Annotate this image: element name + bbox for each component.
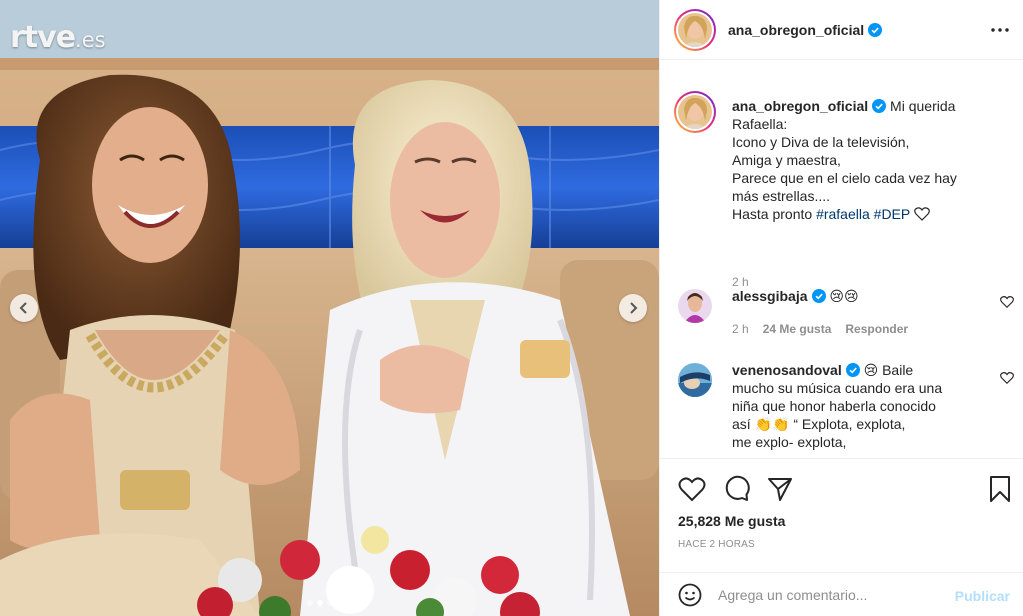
- reply-button[interactable]: Responder: [845, 322, 908, 336]
- caption-author-avatar[interactable]: [674, 91, 716, 133]
- carousel-dot: [336, 600, 343, 606]
- caption-username[interactable]: ana_obregon_oficial: [732, 98, 868, 114]
- heart-emoji-icon: [914, 207, 930, 221]
- carousel-dot: [326, 600, 333, 606]
- caption-text: ana_obregon_oficial Mi querida Rafaella:…: [732, 97, 984, 223]
- smiley-icon[interactable]: [678, 583, 702, 607]
- video-frame-image: [0, 0, 659, 616]
- caption-line: Rafaella:: [732, 116, 788, 132]
- comment-like-icon[interactable]: [1000, 371, 1014, 385]
- caption-line: Amiga y maestra,: [732, 152, 841, 168]
- commenter-avatar[interactable]: [674, 359, 712, 397]
- caption-line: Icono y Diva de la televisión,: [732, 134, 910, 150]
- heart-outline-icon[interactable]: [678, 475, 706, 503]
- verified-badge-icon: [872, 99, 887, 113]
- carousel-dot: [306, 600, 313, 606]
- comment-meta: 2 h 24 Me gusta Responder: [732, 322, 908, 336]
- more-options-button[interactable]: [988, 20, 1012, 40]
- add-comment-form: Publicar: [660, 572, 1023, 616]
- verified-badge-icon: [845, 363, 860, 377]
- comment-input[interactable]: [718, 586, 938, 603]
- more-horizontal-icon: [991, 28, 1009, 32]
- publish-button[interactable]: Publicar: [955, 588, 1010, 604]
- rtve-watermark: rtve.es: [10, 20, 106, 55]
- comment-time[interactable]: 2 h: [732, 322, 749, 336]
- caption-line: Hasta pronto: [732, 206, 813, 222]
- comment-line: mucho su música cuando era una: [732, 380, 943, 396]
- post-action-bar: [660, 460, 1023, 516]
- chevron-left-icon: [19, 302, 27, 314]
- post-media[interactable]: rtve.es: [0, 0, 659, 616]
- paper-plane-icon[interactable]: [766, 475, 794, 503]
- post-side-panel: ana_obregon_oficial ana_obregon_oficial …: [659, 0, 1023, 616]
- caption-line: Mi querida: [890, 98, 956, 114]
- post-header: ana_obregon_oficial: [660, 0, 1023, 60]
- comment-like-icon[interactable]: [1000, 295, 1014, 309]
- author-username[interactable]: ana_obregon_oficial: [728, 22, 864, 38]
- caption-line: Parece que en el cielo cada vez hay: [732, 170, 957, 186]
- comment-line: así 👏👏 “ Explota, explota,: [732, 416, 906, 432]
- comment-line: 😢 Baile: [863, 362, 914, 378]
- comment-line: niña que honor haberla conocido: [732, 398, 936, 414]
- hashtag-link[interactable]: #rafaella: [816, 206, 870, 222]
- carousel-dot: [346, 600, 353, 606]
- carousel-prev-button[interactable]: [10, 294, 38, 322]
- chevron-right-icon: [630, 302, 638, 314]
- comment-text: venenosandoval 😢 Baile mucho su música c…: [732, 361, 984, 451]
- verified-badge-icon: [811, 289, 826, 303]
- comment-likes[interactable]: 24 Me gusta: [763, 322, 832, 336]
- comment-username[interactable]: alessgibaja: [732, 288, 808, 304]
- comment-username[interactable]: venenosandoval: [732, 362, 842, 378]
- carousel-next-button[interactable]: [619, 294, 647, 322]
- post-timestamp[interactable]: HACE 2 HORAS: [678, 539, 755, 550]
- comment-item: venenosandoval 😢 Baile mucho su música c…: [674, 359, 1014, 458]
- commenter-avatar[interactable]: [674, 285, 712, 323]
- comment-bubble-icon[interactable]: [722, 475, 750, 503]
- bookmark-icon[interactable]: [986, 475, 1014, 503]
- comment-text: alessgibaja 😢😢: [732, 287, 984, 305]
- carousel-indicator: [0, 600, 659, 606]
- caption-line: más estrellas....: [732, 188, 831, 204]
- comment-item: alessgibaja 😢😢 2 h 24 Me gusta Responder: [674, 285, 1014, 345]
- verified-badge-icon: [868, 22, 883, 37]
- hashtag-link[interactable]: #DEP: [874, 206, 910, 222]
- comment-body: 😢😢: [829, 288, 859, 304]
- likes-count[interactable]: 25,828 Me gusta: [678, 513, 785, 529]
- caption: ana_obregon_oficial Mi querida Rafaella:…: [674, 91, 1014, 291]
- carousel-dot-active: [316, 600, 323, 606]
- author-avatar[interactable]: [674, 8, 716, 51]
- comments-list[interactable]: ana_obregon_oficial Mi querida Rafaella:…: [660, 61, 1023, 459]
- comment-line: me explo- explota,: [732, 434, 847, 450]
